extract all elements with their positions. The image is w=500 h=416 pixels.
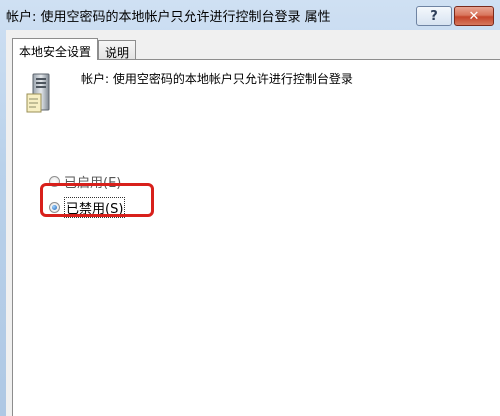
tab-local-security-setting[interactable]: 本地安全设置 bbox=[12, 38, 99, 60]
close-button[interactable]: ✕ bbox=[454, 6, 494, 26]
tab-explain[interactable]: 说明 bbox=[98, 40, 137, 60]
tab-strip: 本地安全设置 说明 bbox=[12, 38, 137, 60]
title-bar[interactable]: 帐户: 使用空密码的本地帐户只允许进行控制台登录 属性 ? ✕ bbox=[0, 0, 500, 30]
policy-name: 帐户: 使用空密码的本地帐户只允许进行控制台登录 bbox=[81, 72, 353, 86]
dialog-client-area: 本地安全设置 说明 帐户: 使用空密码的本地帐户只允许进行控制台登录 已启用(E… bbox=[6, 30, 500, 416]
server-icon bbox=[26, 73, 50, 113]
highlight-box bbox=[40, 183, 154, 217]
help-button[interactable]: ? bbox=[416, 6, 452, 26]
caption-buttons: ? ✕ bbox=[416, 6, 494, 26]
window-title: 帐户: 使用空密码的本地帐户只允许进行控制台登录 属性 bbox=[6, 10, 331, 25]
properties-dialog: 帐户: 使用空密码的本地帐户只允许进行控制台登录 属性 ? ✕ 本地安全设置 说… bbox=[0, 0, 500, 416]
tab-panel: 帐户: 使用空密码的本地帐户只允许进行控制台登录 已启用(E) 已禁用(S) bbox=[12, 59, 500, 416]
